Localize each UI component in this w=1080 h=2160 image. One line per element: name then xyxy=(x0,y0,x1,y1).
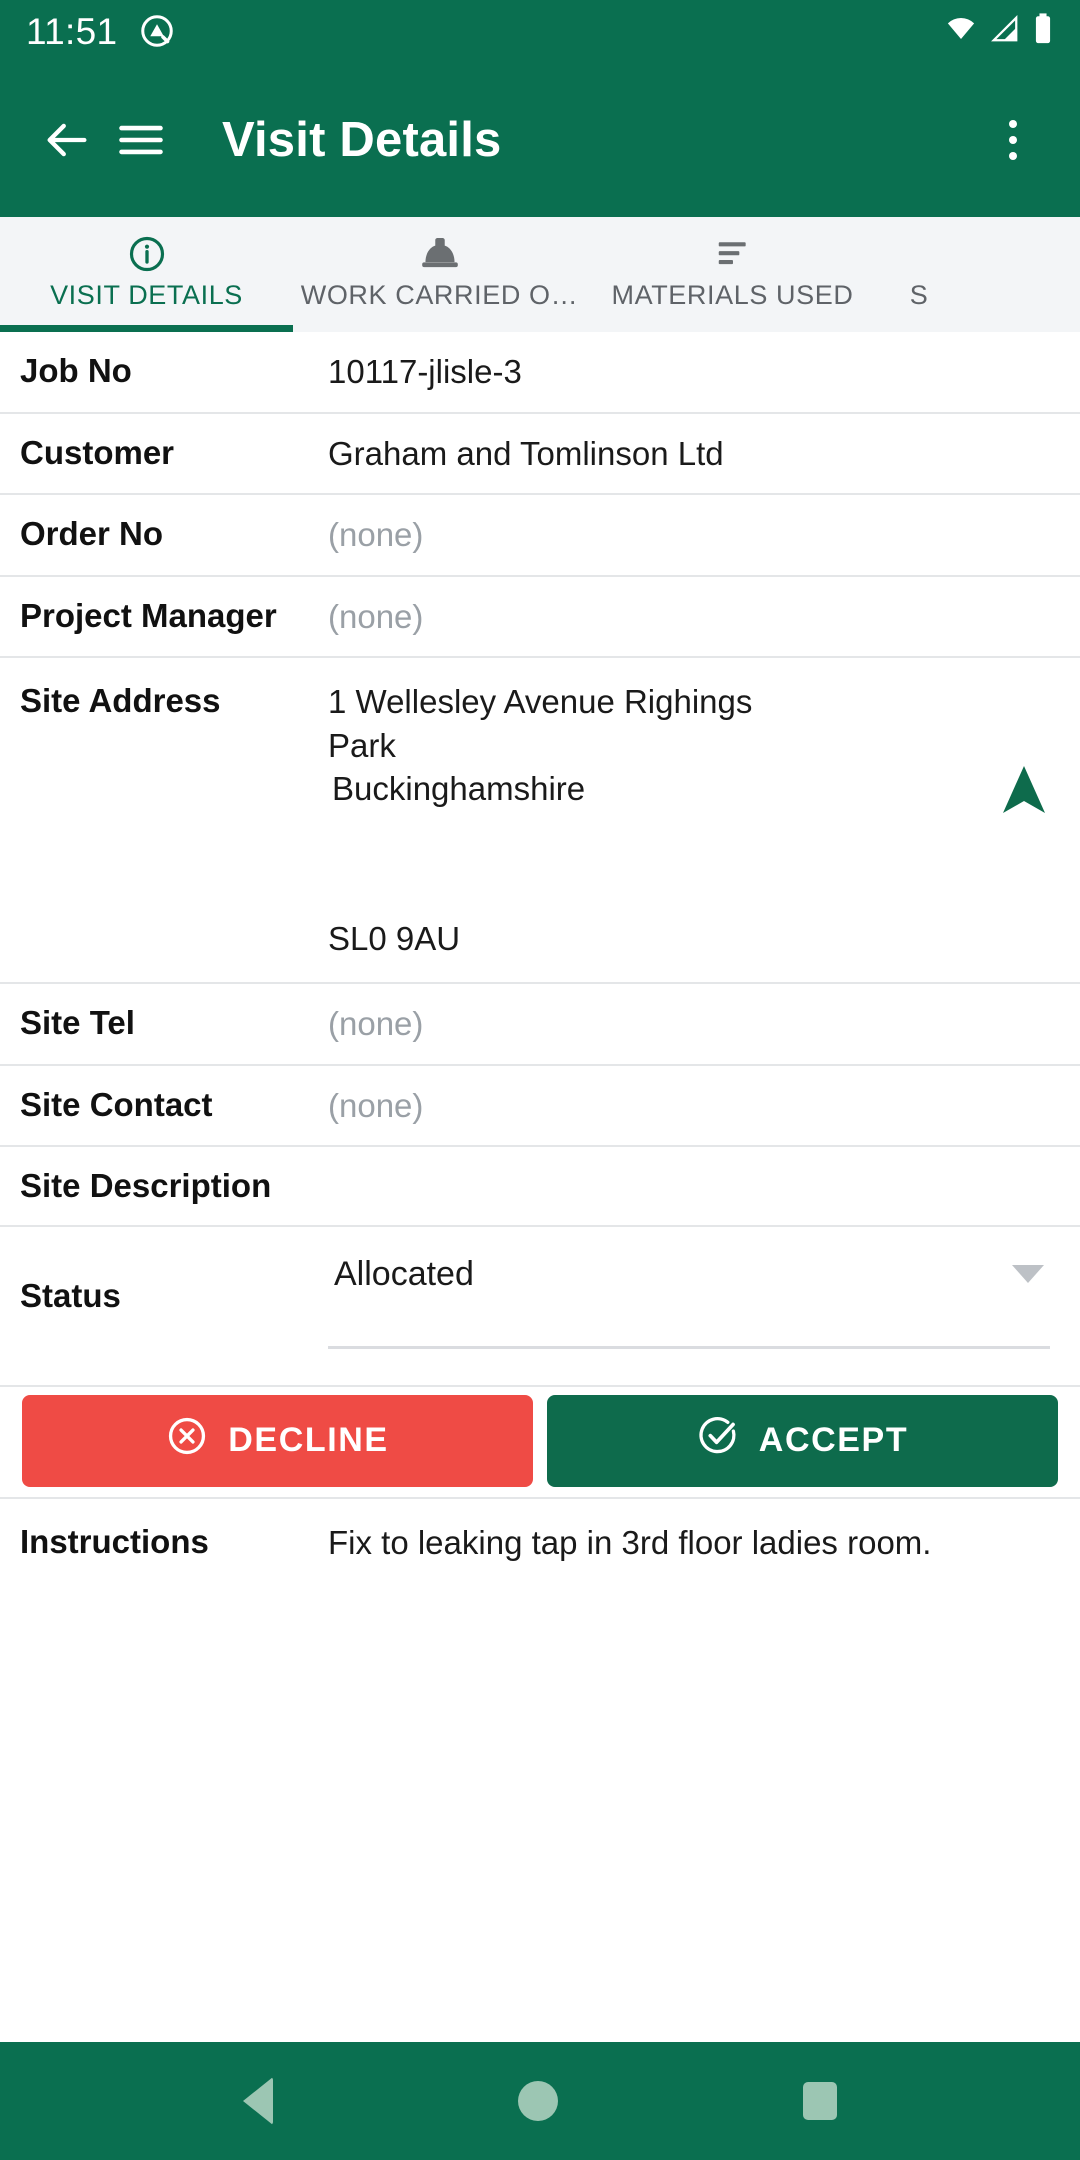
status-bar-clock: 11:51 xyxy=(26,10,118,52)
field-label: Customer xyxy=(20,433,175,471)
accept-button-label: ACCEPT xyxy=(758,1421,909,1460)
address-line-2: Park xyxy=(328,726,396,764)
back-triangle-icon[interactable] xyxy=(242,2077,273,2125)
cell-signal-icon xyxy=(989,14,1021,49)
field-value: (none) xyxy=(328,516,424,554)
overflow-menu-icon[interactable] xyxy=(976,103,1050,177)
tab-visit-details[interactable]: VISIT DETAILS xyxy=(0,217,293,332)
field-label: Site Description xyxy=(20,1167,272,1205)
address-line-1: 1 Wellesley Avenue Righings xyxy=(328,683,753,721)
field-value: (none) xyxy=(328,597,424,635)
list-lines-icon xyxy=(713,232,753,276)
tab-bar[interactable]: VISIT DETAILS WORK CARRIED O… MATERIALS … xyxy=(0,217,1080,332)
field-row-instructions: Instructions Fix to leaking tap in 3rd f… xyxy=(0,1499,1080,1587)
field-value: 10117-jlisle-3 xyxy=(328,353,522,390)
quick-settings-icon xyxy=(139,13,175,49)
decline-button[interactable]: DECLINE xyxy=(22,1394,533,1487)
hard-hat-icon xyxy=(418,232,462,276)
field-row-site-address: Site Address 1 Wellesley Avenue Righings… xyxy=(0,658,1080,985)
tab-label: S xyxy=(909,280,929,310)
address-line-3: Buckinghamshire xyxy=(332,770,586,808)
accept-button[interactable]: ACCEPT xyxy=(547,1394,1058,1487)
tab-partial-next[interactable]: S xyxy=(879,217,959,332)
wifi-icon xyxy=(944,14,978,49)
field-row-order-no: Order No (none) xyxy=(0,495,1080,577)
field-row-status: Status Allocated xyxy=(0,1227,1080,1387)
tab-label: WORK CARRIED O… xyxy=(300,280,579,310)
tab-materials-used[interactable]: MATERIALS USED xyxy=(586,217,879,332)
status-dropdown[interactable]: Allocated xyxy=(328,1255,1050,1349)
tab-label: VISIT DETAILS xyxy=(50,280,243,310)
visit-details-content: Job No 10117-jlisle-3 Customer Graham an… xyxy=(0,332,1080,2042)
circle-x-icon xyxy=(166,1415,208,1466)
field-value: Graham and Tomlinson Ltd xyxy=(328,434,724,472)
info-circle-icon xyxy=(127,232,167,276)
hamburger-menu-icon[interactable] xyxy=(104,103,178,177)
content-spacer xyxy=(0,1586,1080,2042)
app-bar: Visit Details xyxy=(0,62,1080,217)
field-value: Fix to leaking tap in 3rd floor ladies r… xyxy=(328,1523,932,1561)
decline-button-label: DECLINE xyxy=(228,1421,389,1460)
address-postcode: SL0 9AU xyxy=(328,919,461,957)
field-value xyxy=(320,1147,1080,1183)
battery-full-icon xyxy=(1032,12,1054,51)
chevron-down-icon xyxy=(1012,1264,1044,1283)
field-label: Status xyxy=(20,1276,121,1314)
tab-work-carried-out[interactable]: WORK CARRIED O… xyxy=(293,217,586,332)
action-button-bar: DECLINE ACCEPT xyxy=(0,1387,1080,1499)
field-row-customer: Customer Graham and Tomlinson Ltd xyxy=(0,414,1080,496)
page-title: Visit Details xyxy=(222,112,502,167)
tab-label: MATERIALS USED xyxy=(611,280,854,310)
home-circle-icon[interactable] xyxy=(517,2081,558,2121)
field-label: Job No xyxy=(20,352,132,389)
back-arrow-icon[interactable] xyxy=(30,103,104,177)
status-bar-indicators xyxy=(944,12,1054,51)
field-row-site-tel: Site Tel (none) xyxy=(0,984,1080,1066)
navigation-arrow-icon[interactable] xyxy=(998,762,1050,823)
field-label: Site Contact xyxy=(20,1085,213,1123)
field-value-address: 1 Wellesley Avenue Righings Park Bucking… xyxy=(320,658,1080,982)
check-circle-icon xyxy=(697,1415,739,1466)
field-label: Site Address xyxy=(20,682,221,720)
android-nav-bar xyxy=(0,2042,1080,2160)
field-label: Project Manager xyxy=(20,596,277,634)
field-row-project-manager: Project Manager (none) xyxy=(0,577,1080,659)
status-dropdown-value: Allocated xyxy=(334,1254,474,1293)
field-label: Order No xyxy=(20,515,164,553)
status-bar: 11:51 xyxy=(0,0,1080,62)
field-label: Site Tel xyxy=(20,1004,135,1042)
app-screen: 11:51 Visit Details VISIT DETAILS WORK C… xyxy=(0,0,1080,2160)
field-row-site-contact: Site Contact (none) xyxy=(0,1066,1080,1148)
recents-square-icon[interactable] xyxy=(803,2082,838,2120)
field-value: (none) xyxy=(328,1086,424,1124)
field-value: (none) xyxy=(328,1005,424,1043)
field-row-job-no: Job No 10117-jlisle-3 xyxy=(0,332,1080,414)
field-label: Instructions xyxy=(20,1522,209,1560)
field-row-site-description: Site Description xyxy=(0,1147,1080,1227)
